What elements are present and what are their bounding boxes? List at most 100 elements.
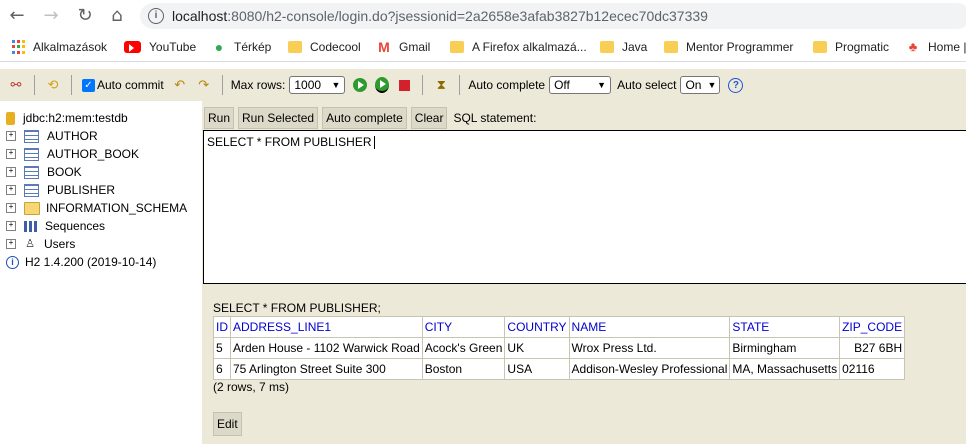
- table-cell: Acock's Green: [421, 337, 506, 359]
- forward-arrow-icon[interactable]: →: [40, 5, 62, 27]
- column-header[interactable]: ZIP_CODE: [839, 316, 906, 338]
- refresh-icon[interactable]: ⟲: [45, 77, 61, 93]
- chevron-down-icon: ▼: [597, 80, 607, 90]
- bookmark-label: Térkép: [234, 40, 272, 54]
- expand-icon[interactable]: +: [6, 185, 16, 195]
- result-query: SELECT * FROM PUBLISHER;: [213, 301, 381, 315]
- expand-icon[interactable]: +: [6, 239, 16, 249]
- bookmark-label: Mentor Programmer: [686, 40, 794, 54]
- auto-commit-checkbox[interactable]: ✓: [82, 78, 95, 92]
- clear-button[interactable]: Clear: [410, 107, 448, 129]
- toolbar-separator: [422, 75, 424, 95]
- bookmark-codecool[interactable]: Codecool: [288, 37, 361, 57]
- table-cell: Addison-Wesley Professional: [568, 358, 731, 380]
- folder-icon: [24, 201, 40, 215]
- text-caret: [374, 136, 376, 150]
- auto-complete-button[interactable]: Auto complete: [322, 107, 407, 129]
- tree-item-label: AUTHOR_BOOK: [47, 147, 140, 161]
- history-icon[interactable]: ⧗: [433, 77, 449, 93]
- url-field[interactable]: i localhost:8080/h2-console/login.do?jse…: [140, 3, 966, 29]
- table-cell: 75 Arlington Street Suite 300: [230, 358, 423, 380]
- auto-select-value: On: [685, 78, 702, 92]
- gmail-icon: M: [378, 39, 390, 55]
- reload-icon[interactable]: ↻: [74, 5, 96, 27]
- tree-item-label: PUBLISHER: [47, 183, 116, 197]
- bookmark-label: YouTube: [149, 40, 197, 54]
- tree-item-book[interactable]: + BOOK: [6, 163, 82, 181]
- tree-item-publisher[interactable]: + PUBLISHER: [6, 181, 115, 199]
- auto-select-label: Auto select: [617, 78, 677, 92]
- bookmark-java[interactable]: Java: [600, 37, 647, 57]
- column-header[interactable]: STATE: [729, 316, 841, 338]
- run-selected-icon[interactable]: [375, 77, 390, 93]
- expand-icon[interactable]: +: [6, 203, 16, 213]
- tree-item-author[interactable]: + AUTHOR: [6, 127, 98, 145]
- bookmark-label: A Firefox alkalmazá...: [472, 40, 587, 54]
- bookmark-firefox[interactable]: A Firefox alkalmazá...: [450, 37, 587, 57]
- toolbar-separator: [34, 75, 35, 95]
- table-cell: 6: [213, 358, 231, 380]
- table-cell: UK: [504, 337, 570, 359]
- edit-button[interactable]: Edit: [213, 412, 242, 436]
- bookmark-gmail[interactable]: M Gmail: [377, 37, 430, 57]
- tree-item-author-book[interactable]: + AUTHOR_BOOK: [6, 145, 139, 163]
- max-rows-select[interactable]: 1000 ▼: [289, 76, 346, 94]
- column-header[interactable]: CITY: [421, 316, 506, 338]
- column-header[interactable]: COUNTRY: [504, 316, 570, 338]
- home-icon[interactable]: ⌂: [106, 5, 128, 27]
- bookmark-progmatic[interactable]: Progmatic: [813, 37, 889, 57]
- table-header-row: ID ADDRESS_LINE1 CITY COUNTRY NAME STATE…: [213, 316, 906, 338]
- auto-complete-label: Auto complete: [468, 78, 546, 92]
- sql-pane: Run Run Selected Auto complete Clear SQL…: [202, 101, 966, 444]
- tree-item-information-schema[interactable]: + INFORMATION_SCHEMA: [6, 199, 187, 217]
- run-selected-button[interactable]: Run Selected: [238, 107, 319, 129]
- expand-icon[interactable]: +: [6, 221, 16, 231]
- disconnect-icon[interactable]: ⚯: [8, 77, 24, 93]
- maps-pin-icon: ●: [214, 39, 224, 55]
- table-cell: Boston: [421, 358, 506, 380]
- back-arrow-icon[interactable]: ←: [6, 5, 28, 27]
- expand-icon[interactable]: +: [6, 131, 16, 141]
- tree-item-label: Users: [44, 237, 76, 251]
- result-table: ID ADDRESS_LINE1 CITY COUNTRY NAME STATE…: [213, 316, 906, 380]
- bookmarks-bar: Alkalmazások YouTube ● Térkép Codecool M…: [0, 33, 966, 62]
- auto-select-select[interactable]: On ▼: [680, 76, 721, 94]
- auto-complete-select[interactable]: Off ▼: [549, 76, 612, 94]
- stop-icon[interactable]: [399, 79, 411, 91]
- auto-complete-value: Off: [554, 78, 570, 92]
- bookmark-label: Home |: [928, 40, 966, 54]
- tree-item-users[interactable]: + ♙ Users: [6, 235, 75, 253]
- bookmark-home[interactable]: ♣ Home |: [906, 37, 966, 57]
- run-icon[interactable]: [353, 78, 368, 92]
- sql-statement-label: SQL statement:: [453, 111, 537, 125]
- expand-icon[interactable]: +: [6, 149, 16, 159]
- bookmark-label: Alkalmazások: [33, 40, 108, 54]
- bookmark-maps[interactable]: ● Térkép: [212, 37, 272, 57]
- bookmark-label: Java: [622, 40, 648, 54]
- sql-editor[interactable]: SELECT * FROM PUBLISHER: [203, 130, 966, 284]
- help-icon[interactable]: ?: [728, 77, 744, 93]
- column-header[interactable]: NAME: [568, 316, 731, 338]
- connection-label: jdbc:h2:mem:testdb: [23, 111, 128, 125]
- folder-icon: [813, 41, 827, 53]
- column-header[interactable]: ID: [213, 316, 231, 338]
- bookmark-apps[interactable]: Alkalmazások: [12, 37, 107, 57]
- version-label: H2 1.4.200 (2019-10-14): [25, 255, 157, 269]
- site-info-icon[interactable]: i: [148, 8, 164, 24]
- rollback-icon[interactable]: ↶: [172, 77, 188, 93]
- sequences-icon: [24, 220, 37, 232]
- tree-version: i H2 1.4.200 (2019-10-14): [6, 253, 156, 271]
- folder-icon: [600, 41, 614, 53]
- tree-item-sequences[interactable]: + Sequences: [6, 217, 105, 235]
- run-button[interactable]: Run: [204, 107, 235, 129]
- folder-icon: [288, 41, 302, 53]
- folder-icon: [664, 41, 678, 53]
- expand-icon[interactable]: +: [6, 167, 16, 177]
- bookmark-mentor-programmer[interactable]: Mentor Programmer: [664, 37, 793, 57]
- commit-icon[interactable]: ↷: [196, 77, 212, 93]
- database-icon: [6, 111, 15, 125]
- bookmark-youtube[interactable]: YouTube: [124, 37, 196, 57]
- column-header[interactable]: ADDRESS_LINE1: [230, 316, 423, 338]
- table-cell: 5: [213, 337, 231, 359]
- tree-connection[interactable]: jdbc:h2:mem:testdb: [6, 109, 128, 127]
